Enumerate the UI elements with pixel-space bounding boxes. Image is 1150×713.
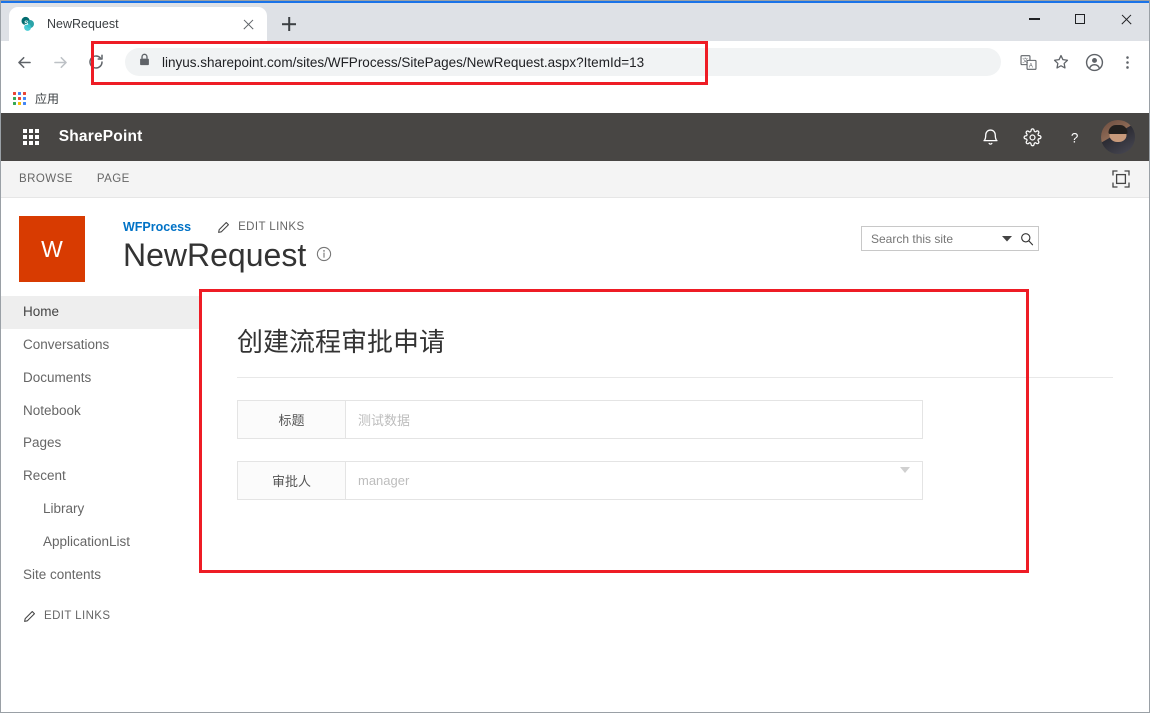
edit-links-top-label: EDIT LINKS [238, 221, 305, 233]
site-title-block: WFProcess EDIT LINKS NewRequest [123, 216, 332, 282]
site-name-link[interactable]: WFProcess [123, 220, 191, 234]
edit-links-sidebar-label: EDIT LINKS [44, 610, 111, 623]
site-header: W WFProcess EDIT LINKS NewRequest Search… [1, 198, 1149, 282]
site-logo[interactable]: W [19, 216, 85, 282]
bookmark-star-icon[interactable] [1047, 48, 1075, 76]
form-title: 创建流程审批申请 [237, 322, 1113, 378]
sharepoint-suite-bar: SharePoint ? [1, 113, 1149, 161]
ribbon-tab-browse[interactable]: BROWSE [19, 173, 73, 185]
translate-icon[interactable]: 文 A [1014, 48, 1042, 76]
suite-bar-actions: ? [969, 113, 1135, 161]
page-title-row: NewRequest [123, 235, 332, 275]
profile-icon[interactable] [1080, 48, 1108, 76]
edit-links-sidebar[interactable]: EDIT LINKS [1, 592, 201, 623]
approver-value: manager [358, 473, 410, 488]
browser-window: S NewRequest linyus.sharepoint.com/sites… [0, 0, 1150, 713]
info-icon[interactable] [316, 246, 332, 267]
site-search: Search this site [861, 226, 1039, 251]
approval-request-form: 创建流程审批申请 标题 测试数据 审批人 manager [201, 296, 1149, 500]
svg-text:?: ? [1070, 130, 1077, 145]
notifications-bell-icon[interactable] [969, 113, 1011, 161]
pencil-icon [217, 221, 230, 234]
back-arrow-icon[interactable] [9, 47, 39, 77]
page-title: NewRequest [123, 237, 307, 273]
window-controls [1011, 3, 1149, 43]
ribbon-tabs: BROWSE PAGE [1, 161, 1149, 198]
sidebar-item-documents[interactable]: Documents [1, 362, 201, 395]
browser-tab[interactable]: S NewRequest [9, 7, 267, 41]
page-body: Home Conversations Documents Notebook Pa… [1, 296, 1149, 623]
ribbon-tab-page[interactable]: PAGE [97, 173, 130, 185]
toolbar-icons: 文 A [1009, 48, 1141, 76]
new-tab-button[interactable] [275, 10, 303, 38]
reload-icon[interactable] [81, 47, 111, 77]
page-footer-clipped [1, 710, 1149, 712]
sharepoint-brand[interactable]: SharePoint [59, 128, 143, 146]
help-question-icon[interactable]: ? [1053, 113, 1095, 161]
left-navigation: Home Conversations Documents Notebook Pa… [1, 296, 201, 623]
user-avatar[interactable] [1101, 120, 1135, 154]
browser-toolbar: linyus.sharepoint.com/sites/WFProcess/Si… [1, 41, 1149, 83]
main-content: 创建流程审批申请 标题 测试数据 审批人 manager [201, 296, 1149, 623]
settings-gear-icon[interactable] [1011, 113, 1053, 161]
field-approver[interactable]: 审批人 manager [237, 461, 923, 500]
svg-text:A: A [1028, 63, 1032, 69]
bookmark-apps[interactable]: 应用 [13, 90, 59, 107]
sidebar-item-conversations[interactable]: Conversations [1, 329, 201, 362]
chevron-down-icon[interactable] [1002, 235, 1012, 242]
breadcrumb: WFProcess EDIT LINKS [123, 220, 332, 234]
search-box[interactable]: Search this site [861, 226, 1039, 251]
search-input[interactable]: Search this site [871, 232, 1002, 246]
page-viewport: SharePoint ? BROWSE PAGE W WFProcess EDI… [1, 113, 1149, 712]
close-button[interactable] [1103, 3, 1149, 35]
field-title[interactable]: 标题 测试数据 [237, 400, 923, 439]
sidebar-item-home[interactable]: Home [1, 296, 201, 329]
address-bar[interactable]: linyus.sharepoint.com/sites/WFProcess/Si… [125, 48, 1001, 76]
approver-select[interactable]: manager [346, 462, 922, 499]
bookmarks-bar: 应用 [1, 83, 1149, 113]
search-magnifier-icon[interactable] [1020, 232, 1034, 246]
sidebar-item-pages[interactable]: Pages [1, 427, 201, 460]
forward-arrow-icon[interactable] [45, 47, 75, 77]
app-launcher-icon[interactable] [23, 129, 39, 145]
address-bar-url: linyus.sharepoint.com/sites/WFProcess/Si… [162, 54, 645, 70]
field-title-label: 标题 [238, 401, 346, 438]
sharepoint-favicon: S [19, 16, 36, 33]
tab-title: NewRequest [47, 17, 119, 31]
lock-icon [139, 53, 151, 71]
focus-on-content-icon[interactable] [1111, 169, 1131, 189]
tab-close-icon[interactable] [240, 16, 257, 33]
svg-text:S: S [24, 20, 28, 27]
tab-strip: S NewRequest [1, 1, 1149, 41]
maximize-button[interactable] [1057, 3, 1103, 35]
more-menu-icon[interactable] [1113, 48, 1141, 76]
edit-links-top[interactable]: EDIT LINKS [217, 221, 304, 234]
bookmark-apps-label: 应用 [35, 91, 60, 106]
minimize-button[interactable] [1011, 3, 1057, 35]
field-approver-label: 审批人 [238, 462, 346, 499]
sidebar-item-site-contents[interactable]: Site contents [1, 559, 201, 592]
pencil-icon [23, 610, 36, 623]
sidebar-item-library[interactable]: Library [1, 493, 201, 526]
sidebar-item-notebook[interactable]: Notebook [1, 395, 201, 428]
title-input[interactable]: 测试数据 [346, 401, 922, 438]
chevron-down-icon[interactable] [900, 467, 910, 488]
apps-grid-icon [13, 91, 26, 105]
svg-text:文: 文 [1022, 56, 1028, 64]
sidebar-item-applicationlist[interactable]: ApplicationList [1, 526, 201, 559]
sidebar-item-recent[interactable]: Recent [1, 460, 201, 493]
